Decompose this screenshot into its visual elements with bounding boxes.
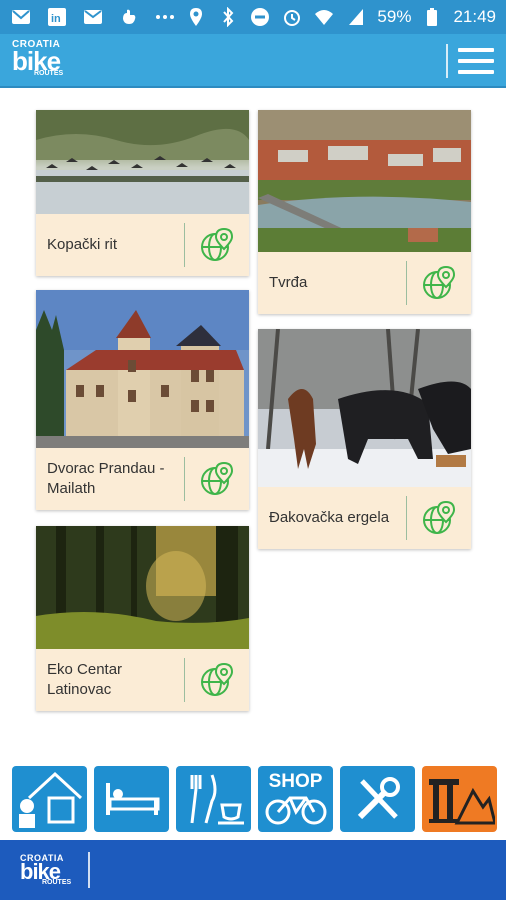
card-title: Đakovačka ergela — [269, 509, 390, 526]
card-dakovacka-ergela[interactable]: Đakovačka ergela — [258, 329, 471, 549]
battery-percent: 59% — [377, 7, 412, 26]
card-footer: Tvrđa — [258, 252, 471, 314]
bed-icon[interactable] — [94, 766, 169, 832]
card-footer: Eko Centar Latinovac — [36, 649, 249, 711]
category-bar: SHOP — [0, 766, 506, 834]
card-image — [36, 526, 249, 649]
more-icon — [154, 6, 176, 28]
card-kopacki-rit[interactable]: Kopački rit — [36, 110, 249, 276]
footer-bar: CROATIA bike ROUTES — [0, 840, 506, 900]
card-title: Tvrđa — [269, 274, 308, 291]
footer-logo[interactable]: CROATIA bike ROUTES — [20, 854, 72, 887]
battery-icon — [421, 6, 443, 28]
card-footer: Kopački rit — [36, 214, 249, 276]
signal-icon — [345, 6, 367, 28]
card-eko-centar-latinovac[interactable]: Eko Centar Latinovac — [36, 526, 249, 711]
card-tvrda[interactable]: Tvrđa — [258, 110, 471, 314]
wifi-icon — [313, 6, 335, 28]
culture-mountain-icon[interactable] — [422, 766, 497, 832]
clock: 21:49 — [453, 7, 496, 26]
card-image — [258, 110, 471, 252]
app-bar: CROATIA bike ROUTES — [0, 34, 506, 88]
map-pin-globe-icon[interactable] — [185, 227, 249, 263]
card-image — [258, 329, 471, 487]
logo-line3: ROUTES — [34, 70, 64, 77]
svg-text:in: in — [51, 13, 61, 25]
hand-icon — [118, 6, 140, 28]
map-pin-globe-icon[interactable] — [407, 500, 471, 536]
map-pin-globe-icon[interactable] — [185, 662, 249, 698]
tools-icon[interactable] — [340, 766, 415, 832]
map-pin-globe-icon[interactable] — [185, 461, 249, 497]
shop-bike-icon[interactable]: SHOP — [258, 766, 333, 832]
gmail-icon — [82, 6, 104, 28]
hamburger-icon[interactable] — [458, 48, 494, 74]
card-dvorac-prandau[interactable]: Dvorac Prandau - Mailath — [36, 290, 249, 510]
card-title: Eko Centar Latinovac — [47, 661, 123, 698]
map-pin-globe-icon[interactable] — [407, 265, 471, 301]
card-title: Kopački rit — [47, 236, 118, 253]
fork-knife-cup-icon[interactable] — [176, 766, 251, 832]
card-image — [36, 290, 249, 448]
linkedin-icon: in — [46, 6, 68, 28]
location-icon — [185, 6, 207, 28]
footer-divider — [88, 852, 90, 888]
card-footer: Dvorac Prandau - Mailath — [36, 448, 249, 510]
app-logo[interactable]: CROATIA bike ROUTES — [12, 40, 64, 78]
bluetooth-icon — [217, 6, 239, 28]
alarm-icon — [281, 6, 303, 28]
shop-label: SHOP — [268, 771, 323, 792]
card-footer: Đakovačka ergela — [258, 487, 471, 549]
email-icon — [10, 6, 32, 28]
dnd-icon — [249, 6, 271, 28]
card-image — [36, 110, 249, 214]
card-title: Dvorac Prandau - Mailath — [47, 460, 165, 497]
logo-line3: ROUTES — [42, 879, 72, 886]
menu-divider — [446, 44, 448, 78]
status-bar: in 59% 21:49 — [0, 0, 506, 34]
farmhouse-icon[interactable] — [12, 766, 87, 832]
